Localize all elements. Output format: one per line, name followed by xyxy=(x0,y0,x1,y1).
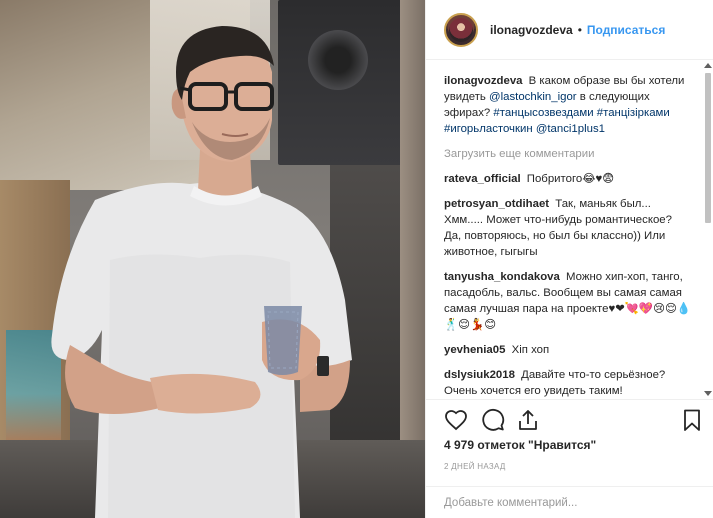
scroll-up-arrow-icon[interactable] xyxy=(704,63,712,68)
heart-icon[interactable] xyxy=(444,408,468,432)
mention-link[interactable]: @tanci1plus1 xyxy=(536,123,605,135)
comments-list[interactable]: ilonagvozdeva В каком образе вы бы хотел… xyxy=(426,61,702,399)
hashtag[interactable]: #танцысозвездами xyxy=(493,107,593,119)
comment: petrosyan_otdihaet Так, маньяк был... Хм… xyxy=(444,196,692,260)
caption: ilonagvozdeva В каком образе вы бы хотел… xyxy=(444,73,692,137)
post-header: ilonagvozdeva • Подписаться xyxy=(426,0,713,60)
comment-username[interactable]: dslysiuk2018 xyxy=(444,369,515,381)
load-more-comments-button[interactable]: Загрузить еще комментарии xyxy=(444,146,692,162)
header-username[interactable]: ilonagvozdeva xyxy=(490,23,573,37)
comment-username[interactable]: yevhenia05 xyxy=(444,344,505,356)
avatar[interactable] xyxy=(444,12,478,47)
comment: tanyusha_kondakova Можно хип-хоп, танго,… xyxy=(444,269,692,333)
comment-username[interactable]: rateva_official xyxy=(444,173,521,185)
man-figure xyxy=(51,26,352,518)
scrollbar-thumb[interactable] xyxy=(705,73,711,223)
comment-icon[interactable] xyxy=(481,408,505,432)
comment-text: Хіп хоп xyxy=(511,344,550,356)
hashtag[interactable]: #танцізірками xyxy=(597,107,670,119)
caption-mention[interactable]: @lastochkin_igor xyxy=(489,91,577,103)
comment-username[interactable]: petrosyan_otdihaet xyxy=(444,198,549,210)
post-date[interactable]: 2 ДНЕЙ НАЗАД xyxy=(444,462,506,471)
scroll-down-arrow-icon[interactable] xyxy=(704,391,712,396)
caption-username[interactable]: ilonagvozdeva xyxy=(444,75,523,87)
follow-button[interactable]: Подписаться xyxy=(587,23,665,37)
header-separator: • xyxy=(577,22,582,37)
comment: yevhenia05 Хіп хоп xyxy=(444,342,692,358)
hashtag[interactable]: #игорьласточкин xyxy=(444,123,533,135)
bookmark-icon[interactable] xyxy=(680,408,704,432)
comment-username[interactable]: tanyusha_kondakova xyxy=(444,271,560,283)
post-side-panel: ilonagvozdeva • Подписаться ilonagvozdev… xyxy=(425,0,713,518)
share-icon[interactable] xyxy=(516,408,540,432)
add-comment-input[interactable] xyxy=(444,496,694,509)
likes-count[interactable]: 4 979 отметок "Нравится" xyxy=(444,438,596,452)
comment-text: Побритого😂♥😨 xyxy=(526,173,615,185)
post-photo[interactable] xyxy=(0,0,425,518)
comment: rateva_official Побритого😂♥😨 xyxy=(444,171,692,187)
action-bar xyxy=(426,399,713,434)
add-comment-bar xyxy=(426,486,713,518)
comment: dslysiuk2018 Давайте что-то серьёзное? О… xyxy=(444,367,692,399)
scrollbar[interactable] xyxy=(703,61,713,399)
